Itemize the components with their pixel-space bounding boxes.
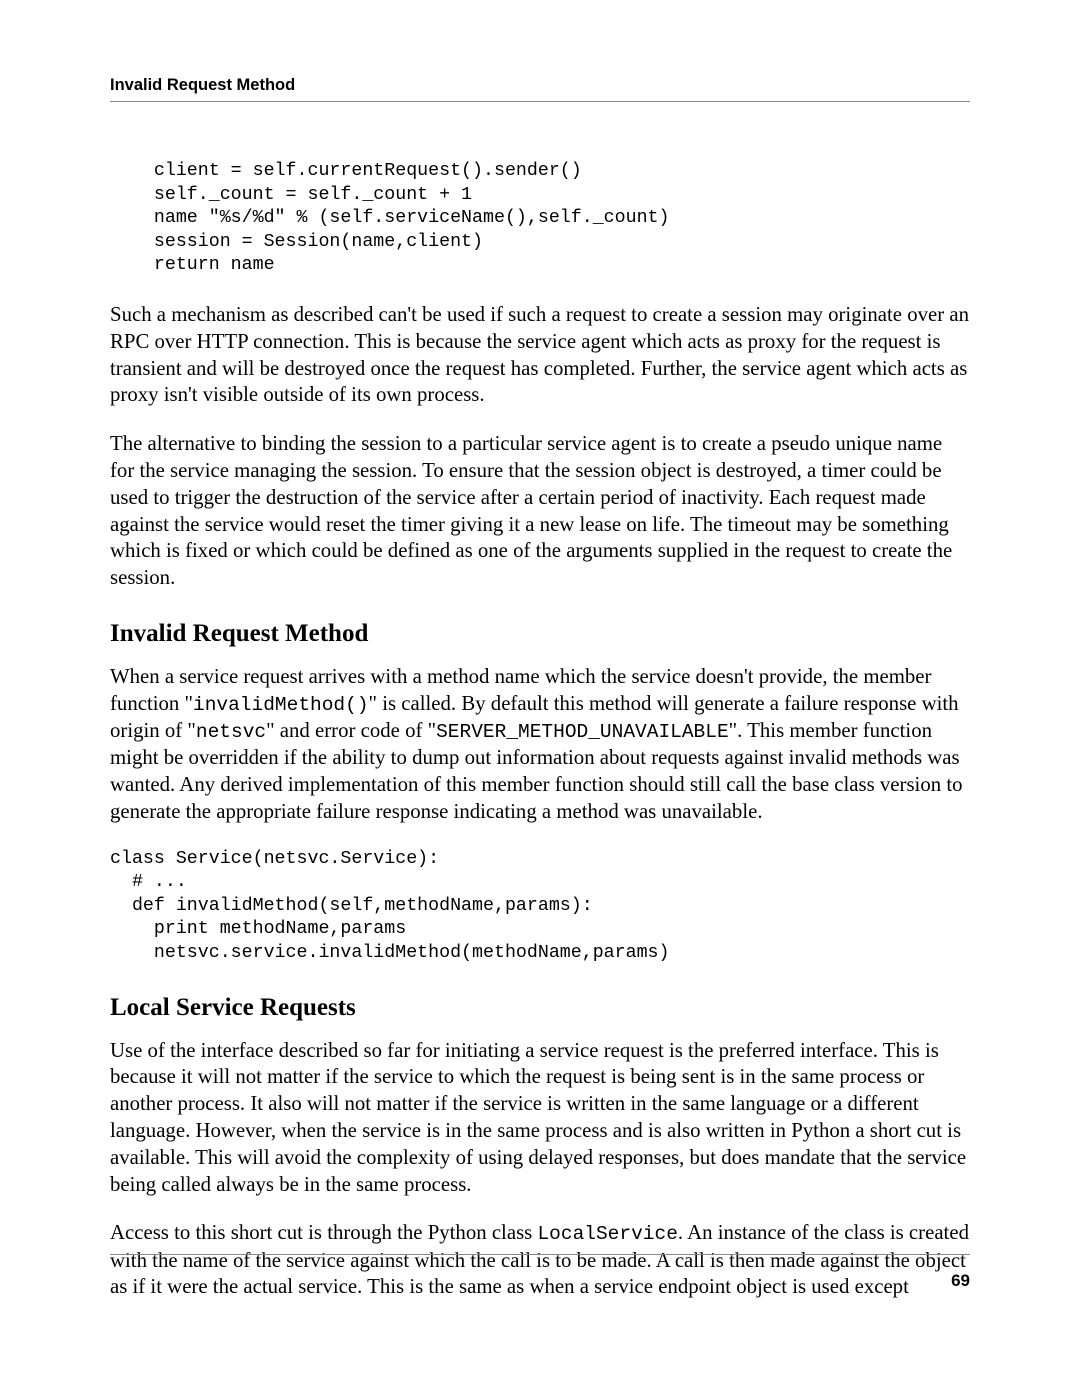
heading-local-service-requests: Local Service Requests: [110, 994, 970, 1022]
code-inline-netsvc: netsvc: [196, 721, 266, 743]
page-content: Invalid Request Method client = self.cur…: [0, 0, 1080, 1301]
paragraph-2: The alternative to binding the session t…: [110, 431, 970, 592]
code-inline-server-method-unavailable: SERVER_METHOD_UNAVAILABLE: [436, 721, 729, 743]
paragraph-3: When a service request arrives with a me…: [110, 664, 970, 826]
paragraph-4: Use of the interface described so far fo…: [110, 1038, 970, 1199]
running-header: Invalid Request Method: [110, 76, 970, 95]
heading-invalid-request-method: Invalid Request Method: [110, 620, 970, 648]
footer-area: [110, 1254, 970, 1255]
code-block-session: client = self.currentRequest().sender() …: [110, 160, 970, 278]
header-rule: [110, 101, 970, 102]
code-inline-invalidMethod: invalidMethod(): [193, 694, 369, 716]
p5-text-a: Access to this short cut is through the …: [110, 1221, 537, 1244]
paragraph-1: Such a mechanism as described can't be u…: [110, 302, 970, 409]
footer-rule: [110, 1254, 970, 1255]
code-inline-localservice: LocalService: [537, 1223, 677, 1245]
code-block-invalid-method: class Service(netsvc.Service): # ... def…: [110, 848, 970, 966]
paragraph-5: Access to this short cut is through the …: [110, 1220, 970, 1301]
p3-text-c: " and error code of ": [266, 719, 436, 742]
page-number: 69: [951, 1271, 970, 1291]
